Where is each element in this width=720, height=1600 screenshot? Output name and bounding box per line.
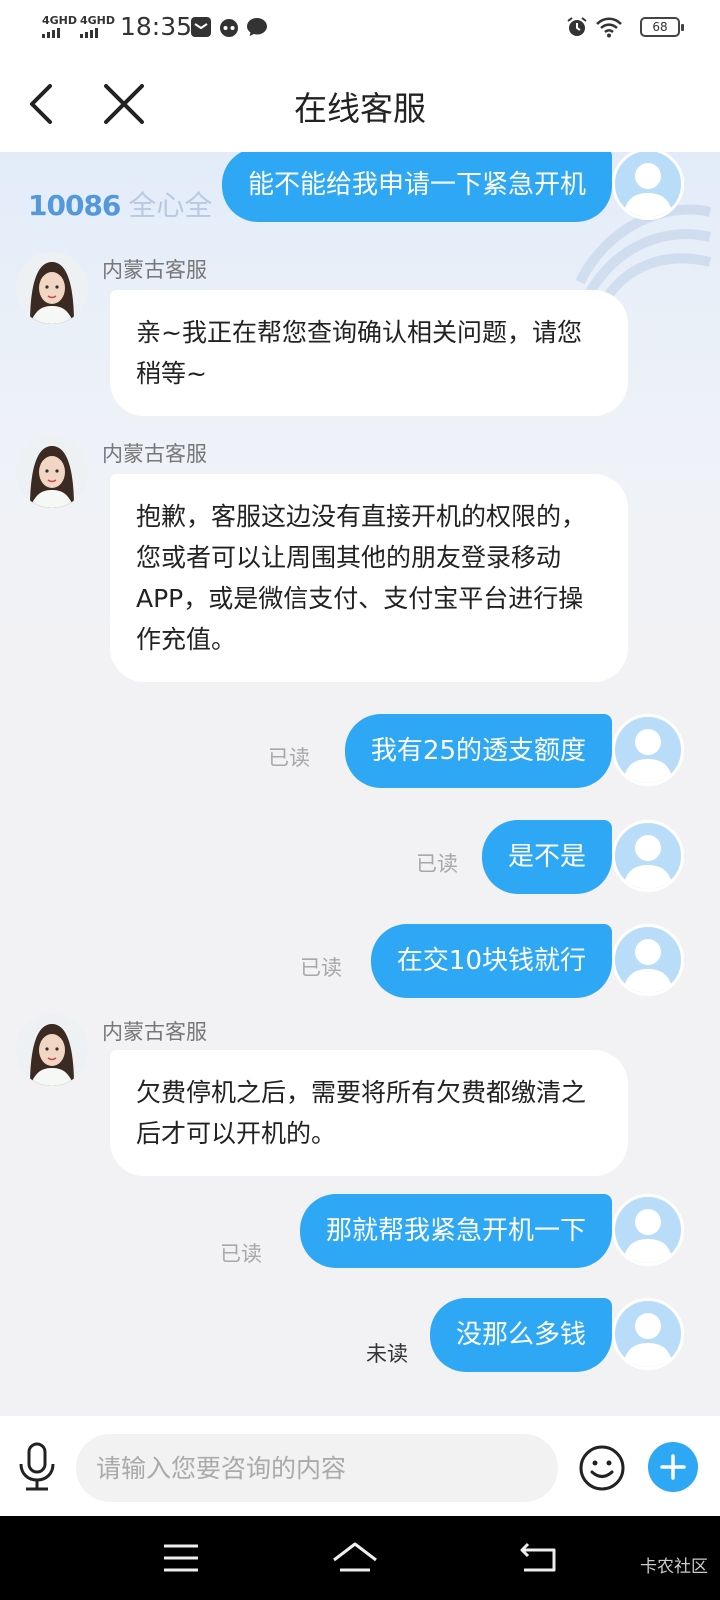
signal-label-1: 4GHD <box>42 14 78 27</box>
user-avatar[interactable] <box>612 1194 684 1266</box>
mail-notification-icon <box>191 17 211 37</box>
agent-name: 内蒙古客服 <box>102 442 207 466</box>
watermark-number: 10086 <box>28 189 121 222</box>
user-avatar-icon <box>623 835 673 889</box>
app-notification-icon <box>220 19 238 37</box>
user-avatar[interactable] <box>612 1298 684 1370</box>
agent-avatar[interactable] <box>16 436 88 508</box>
unread-status: 未读 <box>366 1342 408 1366</box>
read-status: 已读 <box>268 746 310 770</box>
status-time: 18:35 <box>120 12 193 41</box>
user-message-bubble[interactable]: 那就帮我紧急开机一下 <box>299 1194 612 1268</box>
agent-message-bubble[interactable]: 亲~我正在帮您查询确认相关问题，请您稍等~ <box>110 290 628 416</box>
user-avatar-icon <box>623 939 673 993</box>
smiley-icon <box>579 1445 625 1491</box>
input-bar <box>0 1416 720 1516</box>
read-status: 已读 <box>220 1242 262 1266</box>
read-status: 已读 <box>416 852 458 876</box>
agent-avatar-icon <box>16 436 88 508</box>
watermark-text: 全心全 <box>128 189 213 222</box>
more-options-button[interactable] <box>648 1442 698 1492</box>
system-nav-bar: 卡农社区 <box>0 1516 720 1600</box>
user-avatar-icon <box>623 1209 673 1263</box>
nav-home-button[interactable] <box>330 1538 380 1578</box>
user-message-bubble[interactable]: 我有25的透支额度 <box>344 714 612 788</box>
agent-avatar[interactable] <box>16 1014 88 1086</box>
agent-name: 内蒙古客服 <box>102 258 207 282</box>
wifi-icon <box>596 17 622 38</box>
emoji-button[interactable] <box>578 1444 626 1492</box>
agent-avatar[interactable] <box>16 252 88 324</box>
agent-message-bubble[interactable]: 欠费停机之后，需要将所有欠费都缴清之后才可以开机的。 <box>110 1050 628 1176</box>
user-avatar[interactable] <box>612 924 684 996</box>
signal-indicator-2: 4GHD <box>80 14 115 38</box>
home-icon <box>333 1542 377 1572</box>
alarm-icon <box>567 17 587 36</box>
battery-indicator: 68 <box>640 17 684 37</box>
user-message-bubble[interactable]: 在交10块钱就行 <box>370 924 612 998</box>
user-message-bubble[interactable]: 是不是 <box>481 820 612 894</box>
agent-avatar-icon <box>16 1014 88 1086</box>
nav-back-button[interactable] <box>514 1538 564 1578</box>
user-avatar-icon <box>623 1313 673 1367</box>
user-avatar[interactable] <box>612 820 684 892</box>
signal-indicator-1: 4GHD <box>42 14 77 38</box>
agent-message-bubble[interactable]: 抱歉，客服这边没有直接开机的权限的，您或者可以让周围其他的朋友登录移动APP，或… <box>110 474 628 682</box>
voice-input-button[interactable] <box>16 1442 58 1492</box>
agent-avatar-icon <box>16 252 88 324</box>
menu-icon <box>164 1544 198 1572</box>
page-title: 在线客服 <box>294 89 426 128</box>
user-avatar-icon <box>623 163 673 217</box>
read-status: 已读 <box>300 956 342 980</box>
brand-watermark: 卡农社区 <box>640 1557 708 1577</box>
chat-area[interactable]: 10086 全心全 能不能给我申请一下紧急开机 内蒙古客服 亲~我正在帮您查询确认… <box>0 152 720 1416</box>
agent-name: 内蒙古客服 <box>102 1020 207 1044</box>
plus-icon <box>660 1454 686 1480</box>
user-avatar-icon <box>623 729 673 783</box>
status-bar: 4GHD 4GHD 18:35 68 <box>0 0 720 56</box>
user-message-bubble[interactable]: 没那么多钱 <box>429 1298 612 1372</box>
watermark-logo: 10086 全心全 <box>28 184 212 224</box>
microphone-icon <box>19 1442 55 1491</box>
chat-notification-icon <box>247 18 267 36</box>
user-message-bubble[interactable]: 能不能给我申请一下紧急开机 <box>221 152 612 222</box>
nav-menu-button[interactable] <box>156 1538 206 1578</box>
signal-label-2: 4GHD <box>80 14 116 27</box>
message-input[interactable] <box>76 1434 558 1502</box>
return-icon <box>520 1542 556 1572</box>
user-avatar[interactable] <box>612 714 684 786</box>
title-bar: 在线客服 <box>0 56 720 152</box>
